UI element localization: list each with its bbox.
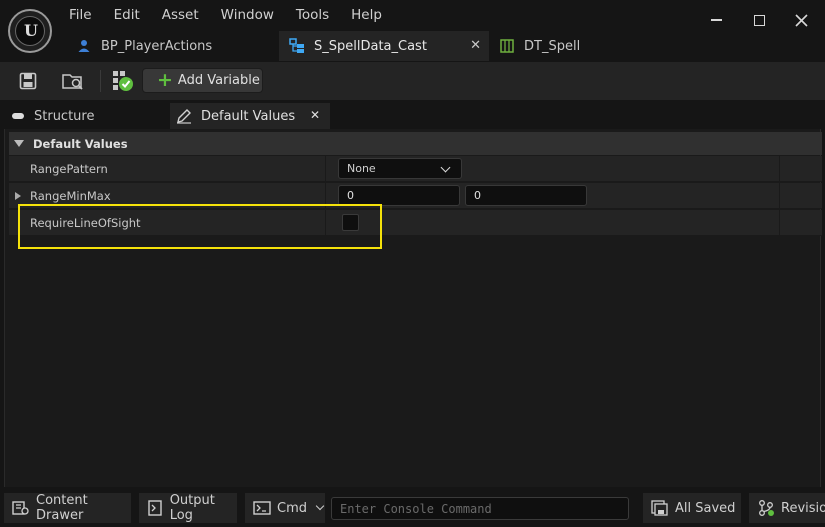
add-variable-label: Add Variable (177, 73, 260, 88)
tab-dt-spell[interactable]: DT_Spell (489, 31, 619, 61)
title-bar: U File Edit Asset Window Tools Help BP_P… (0, 0, 825, 62)
content-drawer-label: Content Drawer (36, 493, 88, 523)
browse-button[interactable] (60, 68, 86, 94)
content-drawer-icon (12, 499, 30, 517)
save-button[interactable] (15, 68, 41, 94)
datatable-icon (499, 38, 515, 54)
edit-pencil-icon (177, 109, 191, 124)
structure-icon (12, 113, 24, 119)
tab-label: BP_PlayerActions (101, 38, 213, 54)
output-log-icon (147, 499, 164, 517)
rangepattern-combobox[interactable]: None (338, 158, 462, 179)
output-log-label: Output Log (169, 493, 215, 523)
compile-success-icon (113, 71, 133, 91)
rangemax-input[interactable]: 0 (465, 185, 587, 206)
menu-edit[interactable]: Edit (103, 3, 151, 27)
folder-search-icon (62, 74, 83, 90)
save-all-icon (651, 499, 669, 517)
menu-help[interactable]: Help (340, 3, 393, 27)
maximize-icon (753, 14, 765, 26)
output-log-button[interactable]: Output Log (139, 493, 237, 523)
minimize-icon (710, 19, 722, 21)
column-divider (779, 210, 780, 236)
close-icon (794, 13, 808, 27)
combobox-value: None (347, 162, 376, 175)
close-tab-icon[interactable]: ✕ (470, 38, 481, 53)
rangemin-value: 0 (347, 189, 354, 202)
menu-bar: File Edit Asset Window Tools Help (58, 3, 393, 27)
unreal-logo-icon[interactable]: U (8, 9, 52, 53)
property-row-rangepattern: RangePattern None (9, 156, 822, 182)
cmd-label: Cmd (277, 500, 307, 516)
revision-control-button[interactable]: Revision (749, 493, 825, 523)
all-saved-button[interactable]: All Saved (643, 493, 741, 523)
section-header-default-values[interactable]: Default Values (9, 132, 822, 155)
property-name: RangeMinMax (30, 189, 111, 203)
menu-tools[interactable]: Tools (285, 3, 340, 27)
menu-file[interactable]: File (58, 3, 103, 27)
tab-default-values-label: Default Values (201, 108, 296, 124)
all-saved-label: All Saved (675, 500, 736, 516)
column-divider (779, 156, 780, 182)
save-icon (19, 72, 37, 90)
add-variable-button[interactable]: + Add Variable (142, 68, 263, 93)
terminal-icon (253, 499, 271, 517)
revision-label: Revision (781, 500, 825, 516)
toolbar-separator (100, 70, 101, 92)
tab-label: DT_Spell (524, 38, 581, 54)
content-drawer-button[interactable]: Content Drawer (4, 493, 131, 523)
tab-label: S_SpellData_Cast (314, 38, 427, 54)
panel-tabs: Structure Default Values ✕ (4, 103, 821, 129)
struct-icon (289, 38, 305, 54)
tab-default-values[interactable]: Default Values ✕ (170, 103, 330, 129)
property-name: RangePattern (30, 162, 108, 176)
expand-arrow-icon[interactable] (15, 192, 21, 200)
details-panel: Default Values RangePattern None RangeMi… (4, 129, 822, 487)
menu-asset[interactable]: Asset (151, 3, 210, 27)
maximize-button[interactable] (744, 8, 774, 32)
column-divider[interactable] (325, 156, 326, 182)
close-tab-icon[interactable]: ✕ (310, 108, 320, 122)
highlight-box (18, 204, 382, 249)
plus-icon: + (157, 69, 173, 91)
tab-structure-label: Structure (34, 108, 95, 124)
column-divider (779, 183, 780, 209)
minimize-button[interactable] (701, 8, 731, 32)
toolbar: + Add Variable (0, 62, 825, 100)
rangemax-value: 0 (474, 189, 481, 202)
menu-window[interactable]: Window (210, 3, 285, 27)
collapse-arrow-icon (14, 140, 24, 147)
status-bar: Content Drawer Output Log Cmd All Saved … (0, 490, 825, 527)
revision-control-icon (757, 499, 775, 517)
chevron-down-icon (315, 501, 325, 511)
tab-structure[interactable]: Structure (12, 103, 94, 129)
compile-button[interactable] (110, 68, 136, 94)
chevron-down-icon (440, 162, 451, 173)
document-tabs: BP_PlayerActions S_SpellData_Cast ✕ DT_S… (66, 31, 619, 61)
section-title: Default Values (33, 136, 128, 151)
person-icon (76, 38, 92, 54)
tab-s-spelldata-cast[interactable]: S_SpellData_Cast ✕ (279, 31, 489, 61)
rangemin-input[interactable]: 0 (338, 185, 460, 206)
cmd-dropdown[interactable]: Cmd (245, 493, 325, 523)
close-window-button[interactable] (786, 8, 816, 32)
console-command-input[interactable] (331, 497, 629, 520)
tab-bp-playeractions[interactable]: BP_PlayerActions (66, 31, 279, 61)
